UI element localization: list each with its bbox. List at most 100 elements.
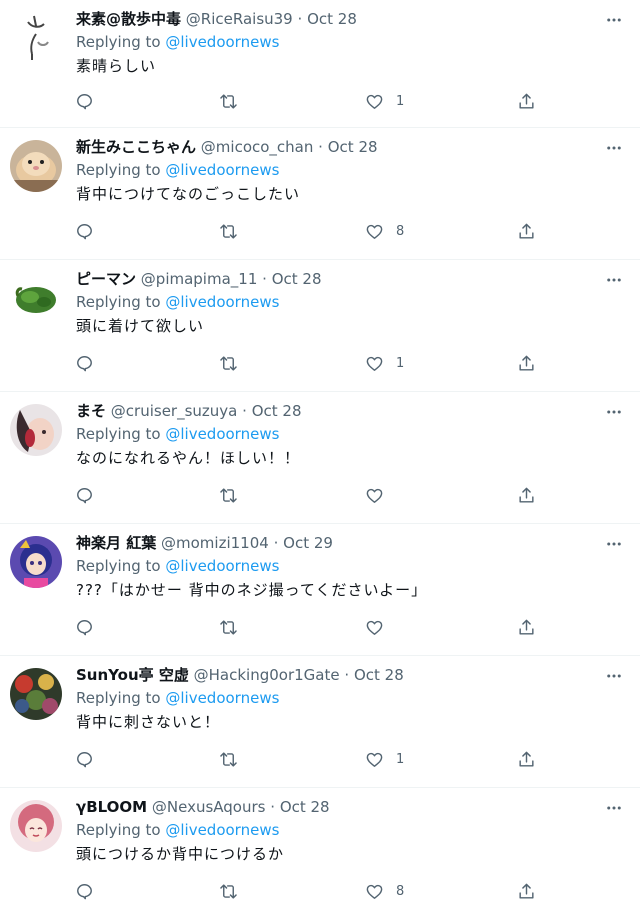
reply-button[interactable] (75, 482, 94, 508)
tweet-actions (75, 614, 555, 640)
like-button[interactable]: 8 (365, 878, 404, 904)
like-button[interactable]: 1 (365, 88, 404, 114)
reply-button[interactable] (75, 746, 94, 772)
mention-link[interactable]: @livedoornews (165, 689, 279, 707)
tweet[interactable]: 来素@散歩中毒 @RiceRaisu39 · Oct 28 Replying t… (0, 0, 640, 128)
more-icon[interactable] (604, 270, 624, 290)
retweet-button[interactable] (219, 878, 238, 904)
tweet-date[interactable]: Oct 28 (272, 270, 322, 288)
reply-button[interactable] (75, 88, 94, 114)
reply-button[interactable] (75, 218, 94, 244)
reply-icon (77, 619, 92, 635)
share-button[interactable] (517, 88, 536, 114)
mention-link[interactable]: @livedoornews (165, 33, 279, 51)
heart-icon (366, 488, 383, 503)
tweet-text: ???「はかせー 背中のネジ撮ってくださいよー」 (76, 581, 428, 599)
tweet-header: 来素@散歩中毒 @RiceRaisu39 · Oct 28 (76, 8, 592, 30)
tweet-actions: 8 (75, 218, 555, 244)
retweet-button[interactable] (219, 482, 238, 508)
retweet-icon (220, 223, 237, 239)
display-name[interactable]: まそ (76, 402, 106, 420)
share-button[interactable] (517, 746, 536, 772)
tweet-header: まそ @cruiser_suzuya · Oct 28 (76, 400, 592, 422)
retweet-button[interactable] (219, 218, 238, 244)
avatar[interactable] (10, 140, 62, 192)
more-icon[interactable] (604, 534, 624, 554)
more-icon[interactable] (604, 10, 624, 30)
more-icon[interactable] (604, 798, 624, 818)
like-button[interactable]: 1 (365, 350, 404, 376)
avatar[interactable] (10, 800, 62, 852)
share-button[interactable] (517, 350, 536, 376)
retweet-button[interactable] (219, 746, 238, 772)
like-count: 1 (396, 751, 405, 767)
reply-button[interactable] (75, 350, 94, 376)
tweet[interactable]: まそ @cruiser_suzuya · Oct 28 Replying to … (0, 392, 640, 524)
share-icon (519, 355, 534, 371)
share-icon (519, 93, 534, 109)
user-handle[interactable]: @RiceRaisu39 (186, 10, 293, 28)
avatar[interactable] (10, 536, 62, 588)
display-name[interactable]: SunYou亭 空虚 (76, 666, 189, 684)
retweet-icon (220, 619, 237, 635)
retweet-button[interactable] (219, 350, 238, 376)
share-button[interactable] (517, 218, 536, 244)
share-button[interactable] (517, 878, 536, 904)
user-handle[interactable]: @micoco_chan (201, 138, 314, 156)
avatar[interactable] (10, 668, 62, 720)
tweet[interactable]: γBLOOM @NexusAqours · Oct 28 Replying to… (0, 788, 640, 918)
user-handle[interactable]: @pimapima_11 (141, 270, 258, 288)
replying-to: Replying to @livedoornews (76, 422, 592, 446)
retweet-button[interactable] (219, 88, 238, 114)
display-name[interactable]: ピーマン (76, 270, 136, 288)
tweet[interactable]: 新生みここちゃん @micoco_chan · Oct 28 Replying … (0, 128, 640, 260)
user-handle[interactable]: @cruiser_suzuya (111, 402, 238, 420)
mention-link[interactable]: @livedoornews (165, 557, 279, 575)
mention-link[interactable]: @livedoornews (165, 161, 279, 179)
display-name[interactable]: γBLOOM (76, 798, 147, 816)
user-handle[interactable]: @momizi1104 (161, 534, 269, 552)
like-button[interactable]: 8 (365, 218, 404, 244)
tweet-date[interactable]: Oct 28 (328, 138, 378, 156)
tweet-text: 頭に着けて欲しい (76, 317, 205, 335)
like-button[interactable] (365, 482, 396, 508)
mention-link[interactable]: @livedoornews (165, 425, 279, 443)
tweet-actions: 1 (75, 746, 555, 772)
more-icon[interactable] (604, 402, 624, 422)
user-handle[interactable]: @Hacking0or1Gate (194, 666, 340, 684)
tweet[interactable]: 神楽月 紅葉 @momizi1104 · Oct 29 Replying to … (0, 524, 640, 656)
tweet[interactable]: SunYou亭 空虚 @Hacking0or1Gate · Oct 28 Rep… (0, 656, 640, 788)
more-icon[interactable] (604, 666, 624, 686)
display-name[interactable]: 来素@散歩中毒 (76, 10, 181, 28)
tweet[interactable]: ピーマン @pimapima_11 · Oct 28 Replying to @… (0, 260, 640, 392)
replying-to: Replying to @livedoornews (76, 158, 592, 182)
reply-feed: 来素@散歩中毒 @RiceRaisu39 · Oct 28 Replying t… (0, 0, 640, 918)
reply-button[interactable] (75, 878, 94, 904)
user-handle[interactable]: @NexusAqours (152, 798, 266, 816)
share-button[interactable] (517, 482, 536, 508)
mention-link[interactable]: @livedoornews (165, 293, 279, 311)
tweet-header: 新生みここちゃん @micoco_chan · Oct 28 (76, 136, 592, 158)
tweet-date[interactable]: Oct 28 (252, 402, 302, 420)
tweet-text: 背中につけてなのごっこしたい (76, 185, 301, 203)
separator-dot: · (344, 666, 350, 684)
like-button[interactable]: 1 (365, 746, 404, 772)
mention-link[interactable]: @livedoornews (165, 821, 279, 839)
tweet-date[interactable]: Oct 29 (283, 534, 333, 552)
avatar[interactable] (10, 272, 62, 324)
display-name[interactable]: 新生みここちゃん (76, 138, 196, 156)
retweet-button[interactable] (219, 614, 238, 640)
reply-button[interactable] (75, 614, 94, 640)
replying-to-label: Replying to (76, 33, 161, 51)
heart-icon (366, 224, 383, 239)
tweet-date[interactable]: Oct 28 (354, 666, 404, 684)
heart-icon (366, 356, 383, 371)
tweet-date[interactable]: Oct 28 (307, 10, 357, 28)
display-name[interactable]: 神楽月 紅葉 (76, 534, 156, 552)
more-icon[interactable] (604, 138, 624, 158)
tweet-date[interactable]: Oct 28 (280, 798, 330, 816)
avatar[interactable] (10, 12, 62, 64)
avatar[interactable] (10, 404, 62, 456)
share-button[interactable] (517, 614, 536, 640)
like-button[interactable] (365, 614, 396, 640)
